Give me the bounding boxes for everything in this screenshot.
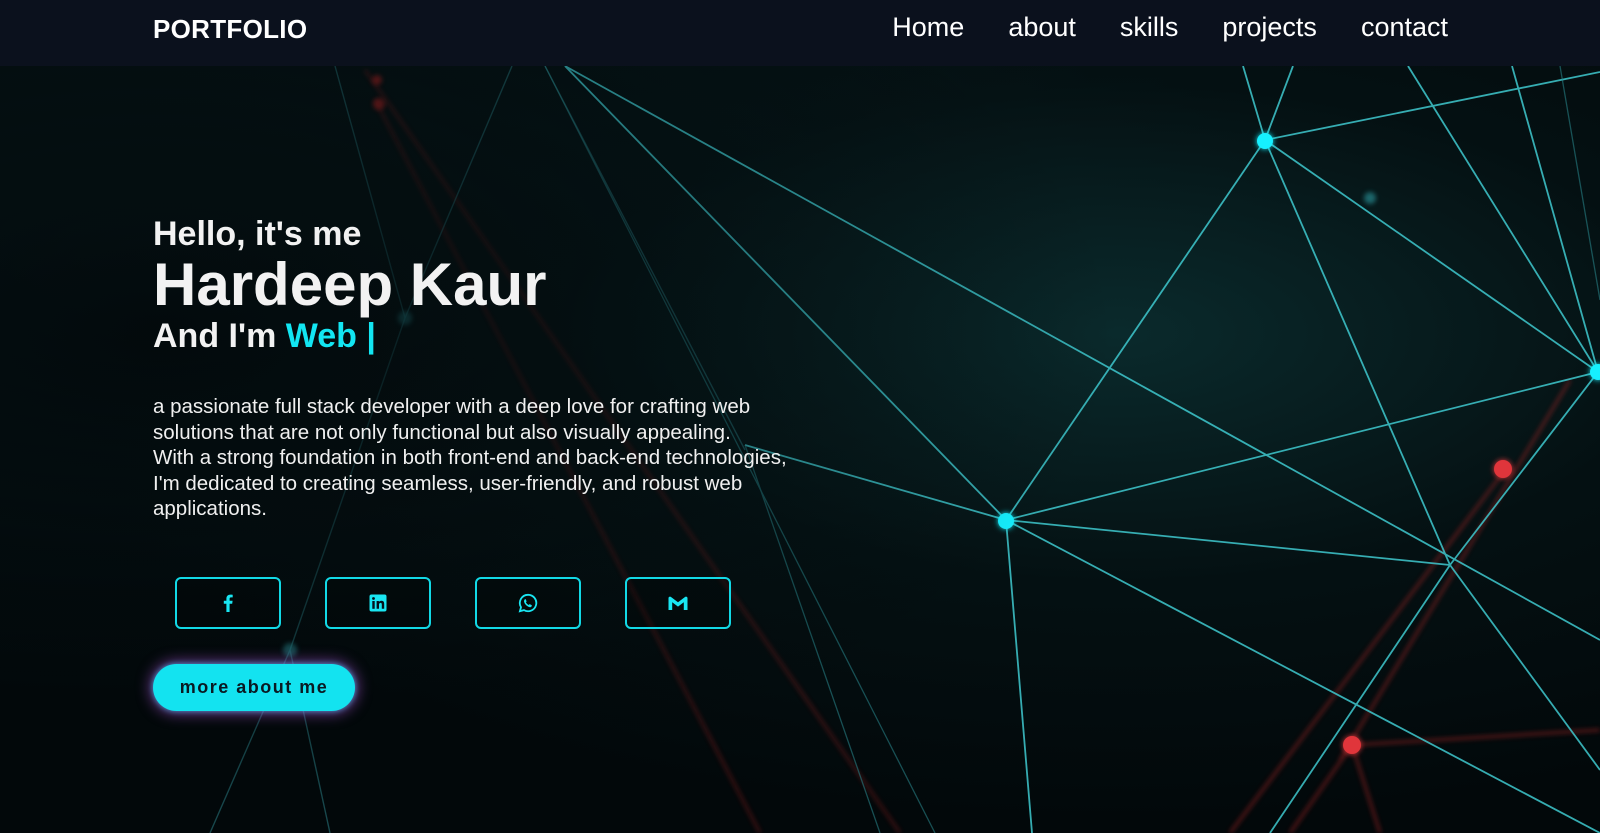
gmail-button[interactable] xyxy=(625,577,731,629)
hero-bio: a passionate full stack developer with a… xyxy=(153,394,813,522)
nav-links: Home about skills projects contact xyxy=(892,12,1448,42)
navbar: PORTFOLIO Home about skills projects con… xyxy=(0,0,1600,66)
more-about-me-button[interactable]: more about me xyxy=(153,664,355,711)
facebook-icon xyxy=(223,594,233,612)
social-links xyxy=(175,577,731,629)
logo[interactable]: PORTFOLIO xyxy=(153,14,307,45)
hero-role: And I'm Web | xyxy=(153,316,813,356)
bio-line: With a strong foundation in both front-e… xyxy=(153,446,787,469)
hero-greeting: Hello, it's me xyxy=(153,215,362,253)
linkedin-button[interactable] xyxy=(325,577,431,629)
hero-role-typed: Web | xyxy=(285,317,376,355)
nav-home-link[interactable]: Home xyxy=(892,12,964,42)
bio-line: I'm dedicated to creating seamless, user… xyxy=(153,471,743,521)
whatsapp-button[interactable] xyxy=(475,577,581,629)
page: PORTFOLIO Home about skills projects con… xyxy=(0,0,1600,833)
linkedin-icon xyxy=(369,594,387,612)
facebook-button[interactable] xyxy=(175,577,281,629)
hero-section: Hello, it's me Hardeep Kaur And I'm Web … xyxy=(153,214,813,522)
nav-skills-link[interactable]: skills xyxy=(1120,12,1179,42)
nav-contact-link[interactable]: contact xyxy=(1361,12,1448,42)
gmail-icon xyxy=(668,596,688,610)
nav-about-link[interactable]: about xyxy=(1008,12,1076,42)
nav-projects-link[interactable]: projects xyxy=(1222,12,1317,42)
hero-name: Hardeep Kaur xyxy=(153,251,547,318)
bio-line: a passionate full stack developer with a… xyxy=(153,395,751,444)
whatsapp-icon xyxy=(518,593,538,613)
hero-role-prefix: And I'm xyxy=(153,317,286,355)
